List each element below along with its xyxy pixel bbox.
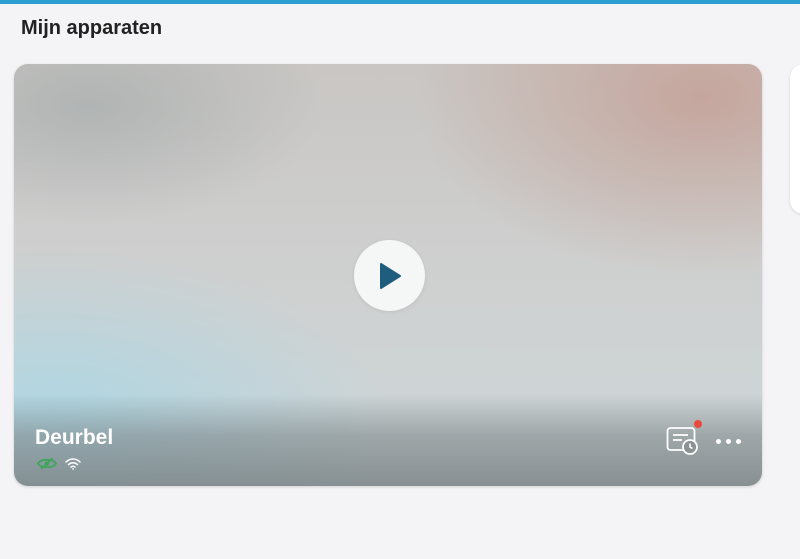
play-icon xyxy=(379,262,401,289)
event-history-icon xyxy=(666,427,698,455)
notification-dot xyxy=(694,420,702,428)
wifi-icon xyxy=(65,457,81,470)
event-history-button[interactable] xyxy=(666,420,702,457)
play-button[interactable] xyxy=(354,240,425,311)
eye-off-icon xyxy=(37,457,57,470)
device-status-row xyxy=(37,457,81,470)
device-card-doorbell[interactable]: Deurbel xyxy=(14,64,762,486)
more-dot xyxy=(725,438,731,444)
top-accent-bar xyxy=(0,0,800,4)
more-horizontal-icon xyxy=(715,438,721,444)
next-device-card-peek[interactable] xyxy=(790,64,800,214)
section-title: Mijn apparaten xyxy=(21,17,163,39)
more-options-button[interactable] xyxy=(712,432,744,450)
card-bottom-overlay xyxy=(14,394,762,486)
device-name: Deurbel xyxy=(35,426,114,449)
more-dot xyxy=(735,438,741,444)
